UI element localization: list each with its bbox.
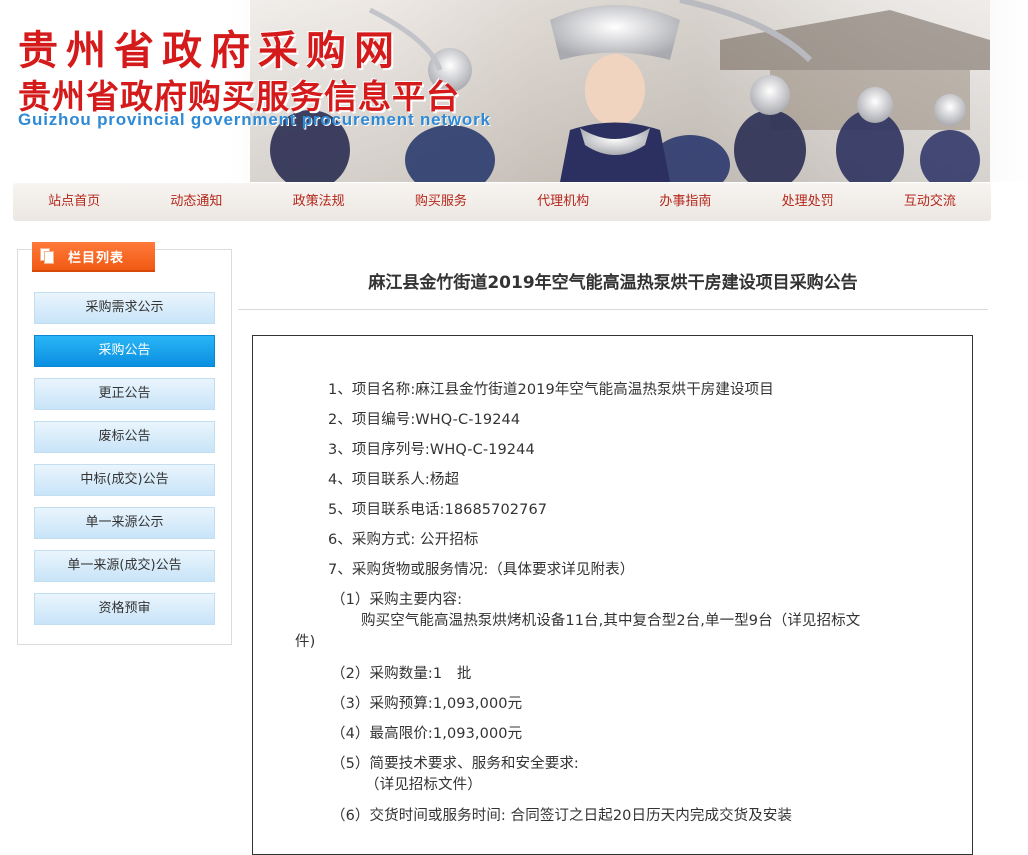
sidebar-item-prequalification[interactable]: 资格预审: [34, 593, 215, 625]
article-line: （详见招标文件）: [365, 777, 482, 793]
sidebar-heading-label: 栏目列表: [68, 250, 125, 266]
article-line: （2）采购数量:1 批: [331, 666, 472, 682]
article-line: （5）简要技术要求、服务和安全要求:: [331, 756, 579, 772]
title-divider: [238, 309, 988, 310]
article-line: 件): [295, 634, 316, 650]
article-line: 4、项目联系人:杨超: [328, 472, 460, 488]
site-banner: 贵州省政府采购网 贵州省政府购买服务信息平台 Guizhou provincia…: [0, 0, 1028, 182]
article-line: 5、项目联系电话:18685702767: [328, 502, 548, 518]
sidebar-menu: 采购需求公示 采购公告 更正公告 废标公告 中标(成交)公告 单一来源公示 单一…: [34, 292, 215, 636]
main-nav: 站点首页 动态通知 政策法规 购买服务 代理机构 办事指南 处理处罚 互动交流: [13, 183, 991, 221]
article-line: （1）采购主要内容:: [331, 592, 463, 608]
article-body: 1、项目名称:麻江县金竹街道2019年空气能高温热泵烘干房建设项目 2、项目编号…: [252, 335, 973, 855]
nav-item-purchase-services[interactable]: 购买服务: [380, 183, 502, 221]
nav-item-news[interactable]: 动态通知: [135, 183, 257, 221]
nav-item-agencies[interactable]: 代理机构: [502, 183, 624, 221]
sidebar-item-award-notice[interactable]: 中标(成交)公告: [34, 464, 215, 496]
article-title: 麻江县金竹街道2019年空气能高温热泵烘干房建设项目采购公告: [368, 273, 858, 293]
nav-item-interaction[interactable]: 互动交流: [869, 183, 991, 221]
sidebar-item-demand-notice[interactable]: 采购需求公示: [34, 292, 215, 324]
article-line: （4）最高限价:1,093,000元: [331, 726, 523, 742]
sidebar-item-single-source-award[interactable]: 单一来源(成交)公告: [34, 550, 215, 582]
sidebar-item-procurement-notice[interactable]: 采购公告: [34, 335, 215, 367]
document-icon: [40, 248, 54, 264]
article-line: 6、采购方式: 公开招标: [328, 532, 479, 548]
nav-item-policy[interactable]: 政策法规: [258, 183, 380, 221]
article-line: （6）交货时间或服务时间: 合同签订之日起20日历天内完成交货及安装: [331, 808, 793, 824]
article-line: 3、项目序列号:WHQ-C-19244: [328, 442, 535, 458]
article-line: 2、项目编号:WHQ-C-19244: [328, 412, 521, 428]
article-line: （3）采购预算:1,093,000元: [331, 696, 523, 712]
article-line: 7、采购货物或服务情况:（具体要求详见附表）: [328, 562, 635, 578]
sidebar: 栏目列表 采购需求公示 采购公告 更正公告 废标公告 中标(成交)公告 单一来源…: [17, 242, 232, 645]
nav-item-home[interactable]: 站点首页: [13, 183, 135, 221]
sidebar-item-single-source-notice[interactable]: 单一来源公示: [34, 507, 215, 539]
sidebar-item-cancel-notice[interactable]: 废标公告: [34, 421, 215, 453]
nav-item-guide[interactable]: 办事指南: [624, 183, 746, 221]
sidebar-heading: 栏目列表: [32, 242, 155, 272]
nav-item-penalties[interactable]: 处理处罚: [747, 183, 869, 221]
site-title-cn: 贵州省政府采购网: [18, 28, 402, 74]
site-title-en: Guizhou provincial government procuremen…: [18, 110, 491, 129]
article-line: 购买空气能高温热泵烘烤机设备11台,其中复合型2台,单一型9台（详见招标文: [361, 613, 861, 629]
sidebar-item-correction-notice[interactable]: 更正公告: [34, 378, 215, 410]
article-line: 1、项目名称:麻江县金竹街道2019年空气能高温热泵烘干房建设项目: [328, 382, 774, 398]
